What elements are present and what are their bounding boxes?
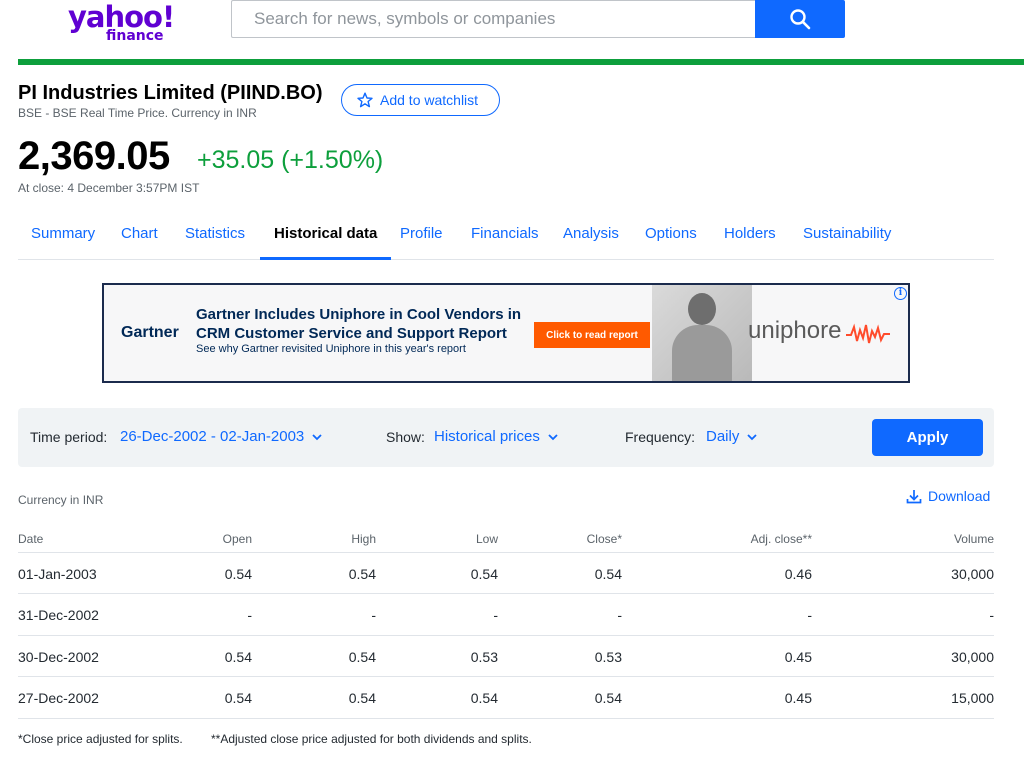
download-link[interactable]: Download (906, 488, 990, 504)
tab-statistics[interactable]: Statistics (185, 212, 245, 260)
currency-note: Currency in INR (18, 493, 104, 507)
search-button[interactable] (755, 0, 845, 38)
cell-adj-close: 0.45 (784, 648, 812, 665)
cell-open: 0.54 (224, 648, 252, 665)
search-box (231, 0, 755, 38)
tab-sustainability[interactable]: Sustainability (803, 212, 891, 260)
download-icon (906, 489, 922, 503)
show-value: Historical prices (434, 428, 540, 445)
cell-volume: 30,000 (951, 566, 994, 582)
table-row: 31-Dec-2002 - - - - - - (18, 594, 994, 636)
historical-controls: Time period: 26-Dec-2002 - 02-Jan-2003 S… (18, 408, 994, 467)
cell-date: 30-Dec-2002 (18, 648, 99, 665)
tab-chart[interactable]: Chart (121, 212, 158, 260)
ad-info-icon[interactable]: i (894, 287, 907, 300)
footnote-adj-close: **Adjusted close price adjusted for both… (211, 732, 532, 746)
ad-subline: See why Gartner revisited Uniphore in th… (196, 343, 466, 355)
quote-header-divider (18, 59, 1024, 65)
tab-analysis[interactable]: Analysis (563, 212, 619, 260)
chevron-down-icon (548, 434, 558, 441)
ad-brand-logo: Gartner (121, 324, 179, 341)
logo-sub: finance (106, 28, 164, 44)
tab-financials[interactable]: Financials (471, 212, 539, 260)
cell-volume: - (989, 607, 994, 624)
cell-close: - (617, 607, 622, 624)
quote-nav-tabs: Summary Chart Statistics Historical data… (18, 212, 994, 260)
cell-adj-close: - (807, 607, 812, 624)
cell-open: 0.54 (224, 690, 252, 707)
cell-close: 0.54 (594, 690, 622, 707)
star-icon (357, 92, 373, 108)
cell-date: 31-Dec-2002 (18, 607, 99, 624)
cell-low: 0.54 (470, 690, 498, 707)
search-input[interactable] (232, 1, 755, 37)
cell-high: 0.54 (348, 690, 376, 707)
cell-adj-close: 0.45 (784, 690, 812, 707)
download-label: Download (928, 488, 991, 504)
show-label: Show: (386, 429, 425, 445)
ad-photo-person-head (688, 293, 716, 325)
chevron-down-icon (312, 434, 322, 441)
uniphore-wave-icon (846, 323, 890, 344)
table-row: 27-Dec-2002 0.54 0.54 0.54 0.54 0.45 15,… (18, 677, 994, 719)
yahoo-finance-logo[interactable]: yahoo! finance (68, 0, 176, 46)
search-icon (790, 9, 811, 30)
ad-photo (652, 285, 752, 381)
cell-high: 0.54 (348, 566, 376, 582)
column-header-close: Close* (586, 532, 622, 546)
column-header-open: Open (222, 532, 252, 546)
page-title: PI Industries Limited (PIIND.BO) (18, 82, 323, 104)
tab-historical-data[interactable]: Historical data (260, 212, 392, 260)
frequency-dropdown[interactable]: Daily (706, 428, 757, 445)
cell-date: 27-Dec-2002 (18, 690, 99, 707)
cell-low: - (493, 607, 498, 624)
add-to-watchlist-button[interactable]: Add to watchlist (341, 84, 500, 116)
cell-low: 0.54 (470, 566, 498, 582)
cell-date: 01-Jan-2003 (18, 566, 97, 582)
price-change: +35.05 (+1.50%) (197, 146, 384, 174)
cell-close: 0.53 (594, 648, 622, 665)
ad-headline: Gartner Includes Uniphore in Cool Vendor… (196, 306, 522, 342)
show-dropdown[interactable]: Historical prices (434, 428, 558, 445)
tab-summary[interactable]: Summary (31, 212, 95, 260)
column-header-low: Low (475, 532, 498, 546)
tab-options[interactable]: Options (645, 212, 697, 260)
table-row: 01-Jan-2003 0.54 0.54 0.54 0.54 0.46 30,… (18, 553, 994, 595)
cell-volume: 30,000 (951, 648, 994, 665)
cell-close: 0.54 (594, 566, 622, 582)
cell-high: - (371, 607, 376, 624)
cell-open: 0.54 (224, 566, 252, 582)
ad-photo-person-body (672, 325, 732, 381)
column-header-volume: Volume (953, 532, 994, 546)
ad-cta-button[interactable]: Click to read report (534, 322, 650, 348)
column-header-high: High (351, 532, 376, 546)
ad-advertiser-logo: uniphore (748, 317, 842, 344)
frequency-label: Frequency: (625, 429, 696, 445)
market-close-time: At close: 4 December 3:57PM IST (18, 181, 200, 195)
column-header-adj-close: Adj. close** (750, 532, 812, 546)
time-period-value: 26-Dec-2002 - 02-Jan-2003 (120, 428, 305, 445)
cell-volume: 15,000 (951, 690, 994, 707)
cell-low: 0.53 (470, 648, 498, 665)
time-period-label: Time period: (30, 429, 108, 445)
top-bar: yahoo! finance (0, 0, 1024, 54)
current-price: 2,369.05 (18, 134, 170, 178)
frequency-value: Daily (706, 428, 740, 445)
cell-open: - (247, 607, 252, 624)
cell-high: 0.54 (348, 648, 376, 665)
table-header-row: Date Open High Low Close* Adj. close** V… (18, 525, 994, 553)
exchange-subtitle: BSE - BSE Real Time Price. Currency in I… (18, 106, 257, 120)
footnote-close-adjusted: *Close price adjusted for splits. (18, 732, 183, 746)
historical-prices-table: Date Open High Low Close* Adj. close** V… (18, 525, 994, 719)
tab-holders[interactable]: Holders (724, 212, 776, 260)
table-row: 30-Dec-2002 0.54 0.54 0.53 0.53 0.45 30,… (18, 636, 994, 678)
column-header-date: Date (18, 532, 44, 546)
time-period-dropdown[interactable]: 26-Dec-2002 - 02-Jan-2003 (120, 428, 322, 445)
tab-profile[interactable]: Profile (400, 212, 443, 260)
watchlist-label: Add to watchlist (380, 92, 479, 108)
apply-button[interactable]: Apply (872, 419, 983, 456)
chevron-down-icon (747, 434, 757, 441)
cell-adj-close: 0.46 (784, 566, 812, 582)
ad-banner[interactable]: Gartner Gartner Includes Uniphore in Coo… (102, 283, 910, 383)
